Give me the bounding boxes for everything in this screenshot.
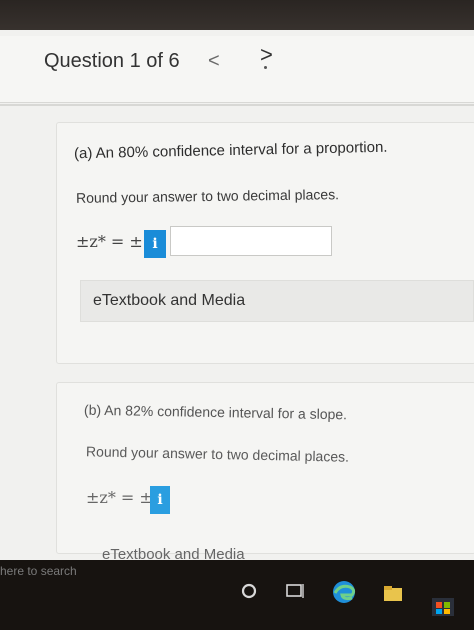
part-a-etextbook-button[interactable]: eTextbook and Media <box>80 280 474 322</box>
part-a-info-icon[interactable]: i <box>144 230 166 258</box>
previous-question-button[interactable]: < <box>208 50 220 73</box>
part-b-info-icon[interactable]: i <box>150 486 170 514</box>
header-divider <box>0 104 474 106</box>
file-explorer-icon[interactable] <box>382 582 404 604</box>
cursor-dot <box>264 66 267 69</box>
cortana-circle-icon[interactable] <box>240 582 258 600</box>
part-a-formula-label: ±z* = ± <box>76 232 143 251</box>
part-a-answer-input[interactable] <box>170 226 332 256</box>
part-b-formula-label: ±z* = ± <box>86 488 153 507</box>
taskbar-search-box[interactable]: here to search <box>0 564 77 578</box>
store-icon[interactable] <box>430 592 456 618</box>
edge-browser-icon[interactable] <box>330 578 358 606</box>
task-view-icon[interactable] <box>284 580 306 602</box>
question-counter: Question 1 of 6 <box>44 50 180 72</box>
next-question-button[interactable]: > <box>260 42 273 68</box>
